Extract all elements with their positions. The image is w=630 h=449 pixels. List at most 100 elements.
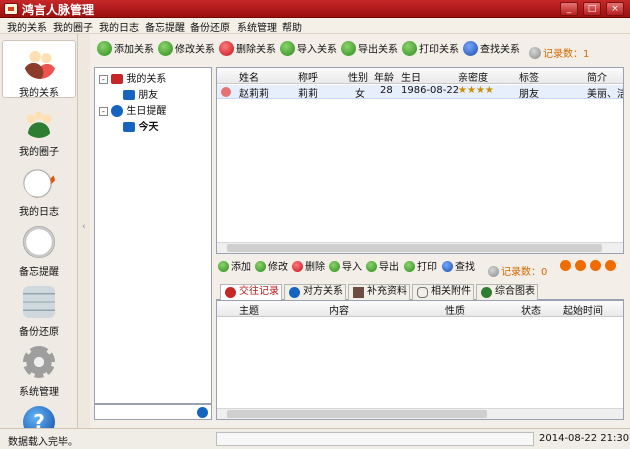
- collapse-up-icon[interactable]: [560, 260, 571, 271]
- collapse-icon[interactable]: -: [99, 75, 108, 84]
- add-relation-button[interactable]: 添加关系: [97, 41, 154, 60]
- delete-button[interactable]: 删除: [292, 260, 325, 278]
- scroll-thumb[interactable]: [227, 244, 602, 252]
- detail-horizontal-scrollbar[interactable]: [217, 408, 623, 419]
- button-label: 打印: [417, 262, 437, 273]
- table-row[interactable]: 赵莉莉 莉莉 女 28 1986-08-22 ★★★★ 朋友 美丽、洁: [217, 85, 623, 100]
- add-button[interactable]: 添加: [218, 260, 251, 278]
- menu-help[interactable]: 帮助: [282, 19, 302, 34]
- column-header[interactable]: 称呼: [298, 69, 318, 84]
- cell-call: 莉莉: [298, 89, 318, 100]
- edit-button[interactable]: 修改: [255, 260, 288, 278]
- sidebar-item-help[interactable]: ?: [2, 400, 76, 428]
- star-icon: ★: [458, 85, 467, 96]
- delete-relation-button[interactable]: 删除关系: [219, 41, 276, 60]
- column-header[interactable]: 起始时间: [563, 302, 603, 317]
- tab-other-relations[interactable]: 对方关系: [284, 284, 346, 300]
- move-up-icon[interactable]: [590, 260, 601, 271]
- find-button[interactable]: 查找: [442, 260, 475, 278]
- import-relation-button[interactable]: 导入关系: [280, 41, 337, 60]
- edit-relation-button[interactable]: 修改关系: [158, 41, 215, 60]
- button-label: 导出: [379, 262, 399, 273]
- tree-footer: [94, 404, 212, 420]
- menu-reminders[interactable]: 备忘提醒: [145, 19, 185, 34]
- column-header[interactable]: 亲密度: [458, 69, 488, 84]
- sidebar-item-my-journal[interactable]: 我的日志: [2, 160, 76, 218]
- sidebar-item-my-relations[interactable]: 我的关系: [2, 40, 76, 99]
- export-button[interactable]: 导出: [366, 260, 399, 278]
- column-header[interactable]: 性别: [348, 69, 368, 84]
- column-header[interactable]: 简介: [587, 69, 607, 84]
- button-label: 查找: [455, 262, 475, 273]
- search-icon: [463, 41, 478, 56]
- female-icon: [221, 87, 231, 97]
- find-relation-button[interactable]: 查找关系: [463, 41, 520, 60]
- column-header[interactable]: 姓名: [239, 69, 259, 84]
- tree-item-friends[interactable]: 朋友: [123, 86, 158, 101]
- people-icon: [289, 287, 300, 298]
- button-label: 删除关系: [236, 44, 276, 56]
- move-down-icon[interactable]: [605, 260, 616, 271]
- column-header[interactable]: 内容: [329, 302, 349, 317]
- horizontal-scrollbar[interactable]: [217, 242, 623, 253]
- sidebar-item-reminders[interactable]: 备忘提醒: [2, 220, 76, 278]
- menu-system[interactable]: 系统管理: [237, 19, 277, 34]
- tab-supplementary-info[interactable]: 补充资料: [348, 284, 410, 300]
- gear-icon: [23, 346, 55, 378]
- refresh-icon[interactable]: [197, 407, 208, 418]
- menu-my-circles[interactable]: 我的圈子: [53, 19, 93, 34]
- sidebar-label: 我的关系: [19, 88, 59, 99]
- maximize-button[interactable]: □: [583, 2, 601, 16]
- edit-icon: [255, 260, 266, 272]
- tab-label: 相关附件: [431, 286, 471, 297]
- tab-label: 综合图表: [495, 286, 535, 297]
- import-button[interactable]: 导入: [329, 260, 362, 278]
- column-header[interactable]: 状态: [521, 302, 541, 317]
- column-header[interactable]: 年龄: [374, 69, 394, 84]
- tree-item-today[interactable]: 今天: [123, 118, 158, 133]
- import-icon: [329, 260, 340, 272]
- scroll-thumb[interactable]: [227, 410, 487, 418]
- sidebar-item-system[interactable]: 系统管理: [2, 340, 76, 398]
- column-header[interactable]: 主题: [239, 302, 259, 317]
- sidebar-item-my-circles[interactable]: 我的圈子: [2, 100, 76, 158]
- sidebar: 我的关系 我的圈子 我的日志 备忘提醒 备份还原 系统管理 ?: [0, 34, 78, 428]
- collapse-down-icon[interactable]: [575, 260, 586, 271]
- export-icon: [341, 41, 356, 56]
- paperclip-icon: [417, 287, 428, 298]
- print-relation-button[interactable]: 打印关系: [402, 41, 459, 60]
- collapse-icon[interactable]: -: [99, 107, 108, 116]
- refresh-icon[interactable]: [488, 265, 499, 277]
- sidebar-label: 备份还原: [19, 327, 59, 338]
- tree-label: 生日提醒: [126, 106, 167, 117]
- people-icon: [111, 74, 124, 84]
- column-header[interactable]: 生日: [401, 69, 421, 84]
- column-header[interactable]: 性质: [445, 302, 465, 317]
- tree-label: 我的关系: [126, 74, 167, 85]
- minimize-button[interactable]: _: [560, 2, 578, 16]
- database-icon: [23, 286, 55, 318]
- tree-root-relations[interactable]: - 我的关系: [99, 70, 166, 85]
- sidebar-label: 备忘提醒: [19, 267, 59, 278]
- menu-backup[interactable]: 备份还原: [190, 19, 230, 34]
- group-icon: [23, 106, 55, 138]
- column-header[interactable]: 标签: [519, 69, 539, 84]
- button-label: 修改关系: [175, 44, 215, 56]
- export-relation-button[interactable]: 导出关系: [341, 41, 398, 60]
- sidebar-item-backup[interactable]: 备份还原: [2, 280, 76, 338]
- tab-label: 对方关系: [303, 286, 343, 297]
- menu-my-journal[interactable]: 我的日志: [99, 19, 139, 34]
- tab-interaction-records[interactable]: 交往记录: [220, 284, 282, 300]
- tab-attachments[interactable]: 相关附件: [412, 284, 474, 300]
- print-button[interactable]: 打印: [404, 260, 437, 278]
- delete-icon: [219, 41, 234, 56]
- tab-charts[interactable]: 综合图表: [476, 284, 538, 300]
- tree-label: 朋友: [138, 90, 159, 101]
- menu-my-relations[interactable]: 我的关系: [7, 19, 47, 34]
- tree-root-birthdays[interactable]: - 生日提醒: [99, 102, 166, 117]
- refresh-icon[interactable]: [529, 47, 541, 59]
- close-button[interactable]: ×: [606, 2, 624, 16]
- progress-bar: [216, 432, 534, 446]
- category-tree: - 我的关系 朋友 - 生日提醒 今天: [94, 67, 212, 404]
- chevron-left-icon[interactable]: ‹: [82, 222, 86, 232]
